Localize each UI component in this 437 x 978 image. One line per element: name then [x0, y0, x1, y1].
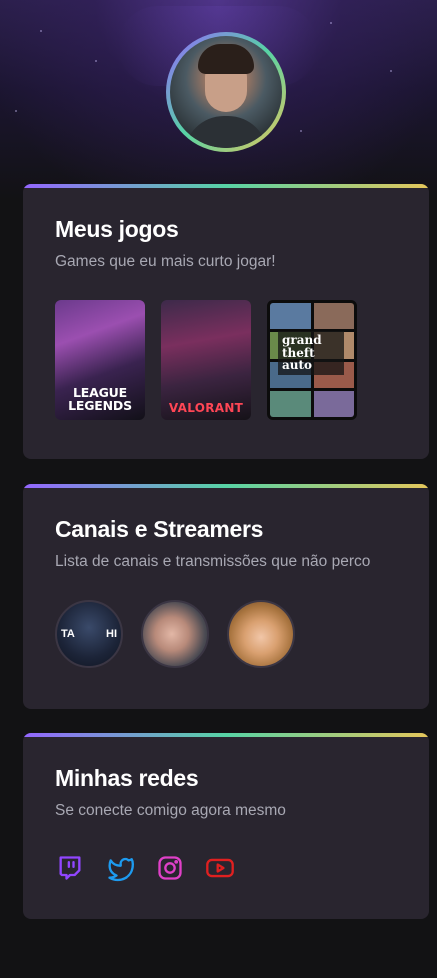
streamer-avatar[interactable]: TA HI: [55, 600, 123, 668]
socials-title: Minhas redes: [55, 765, 199, 791]
streamer-avatar[interactable]: [141, 600, 209, 668]
games-card: Meus jogos Games que eu mais curto jogar…: [23, 184, 429, 459]
avatar-photo: [170, 36, 282, 148]
lol-logo: LEAGUE LEGENDS: [68, 386, 132, 413]
twitter-icon[interactable]: [105, 853, 135, 883]
streamer-banner-right: HI: [106, 628, 117, 640]
games-list: LEAGUE LEGENDS VALORANT grand theft auto: [55, 300, 397, 420]
streamer-banner-text: TA HI: [57, 628, 121, 640]
gta-logo-line3: auto: [282, 358, 313, 373]
game-league-of-legends[interactable]: LEAGUE LEGENDS: [55, 300, 145, 420]
streamers-card: Canais e Streamers Lista de canais e tra…: [23, 484, 429, 709]
star: [95, 60, 97, 62]
game-valorant[interactable]: VALORANT: [161, 300, 251, 420]
games-subtitle: Games que eu mais curto jogar!: [55, 253, 276, 270]
streamer-banner-left: TA: [61, 628, 75, 640]
game-gta-v[interactable]: grand theft auto: [267, 300, 357, 420]
streamers-title: Canais e Streamers: [55, 516, 264, 542]
instagram-icon[interactable]: [155, 853, 185, 883]
profile-avatar: [166, 32, 286, 152]
avatar-shirt: [184, 116, 268, 148]
streamer-avatar[interactable]: [227, 600, 295, 668]
streamers-list: TA HI: [55, 600, 397, 668]
star: [330, 22, 332, 24]
socials-card: Minhas redes Se conecte comigo agora mes…: [23, 733, 429, 919]
star: [15, 110, 17, 112]
valorant-logo: VALORANT: [168, 401, 244, 415]
star: [40, 30, 42, 32]
games-title: Meus jogos: [55, 216, 179, 242]
gta-logo-line1: grand: [282, 333, 322, 347]
social-links: [55, 853, 397, 883]
socials-subtitle: Se conecte comigo agora mesmo: [55, 802, 286, 819]
star: [300, 130, 302, 132]
streamers-subtitle: Lista de canais e transmissões que não p…: [55, 553, 371, 570]
star: [390, 70, 392, 72]
gta-logo: grand theft auto: [278, 331, 344, 375]
twitch-icon[interactable]: [55, 853, 85, 883]
avatar-hair: [198, 44, 254, 74]
youtube-icon[interactable]: [205, 853, 235, 883]
lol-logo-line2: LEGENDS: [68, 397, 132, 413]
